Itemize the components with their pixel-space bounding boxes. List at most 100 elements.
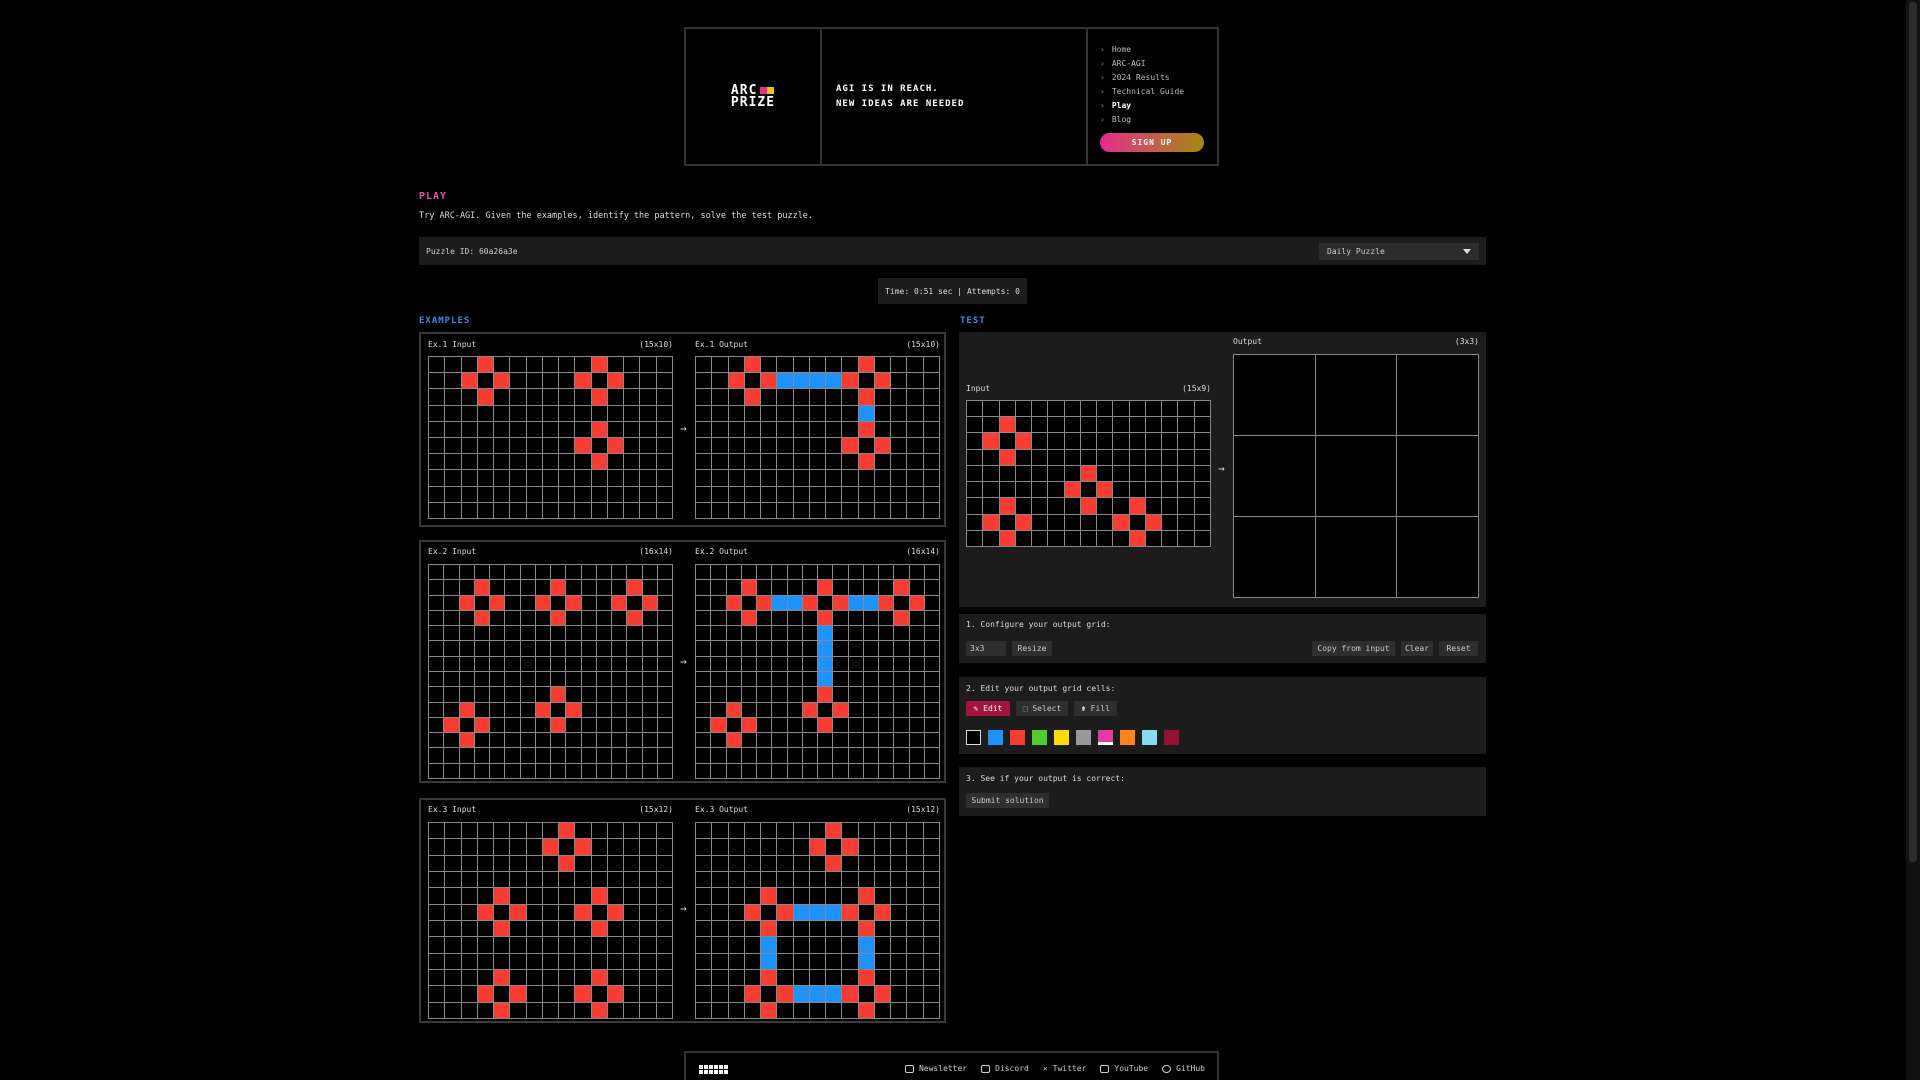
color-swatch-4[interactable] [1054, 730, 1069, 745]
example-1-input-cell [607, 357, 624, 373]
color-swatch-9[interactable] [1164, 730, 1179, 745]
example-1-output-cell [842, 470, 858, 486]
example-2-output-dim: (16x14) [906, 547, 940, 556]
example-1-output-cell [891, 357, 907, 373]
nav-item-home[interactable]: Home [1100, 43, 1205, 57]
example-3-output-cell [907, 920, 923, 937]
nav-item-2024-results[interactable]: 2024 Results [1100, 71, 1205, 85]
example-2-input-cell [566, 763, 581, 778]
color-swatch-8[interactable] [1142, 730, 1157, 745]
scrollbar-thumb[interactable] [1909, 2, 1917, 862]
footer-logo-icon[interactable] [699, 1065, 728, 1074]
fill-tool-button[interactable]: ⚱ Fill [1074, 701, 1117, 716]
color-swatch-0[interactable] [966, 730, 981, 745]
test-input-cell [999, 498, 1015, 514]
test-input-cell [1129, 530, 1145, 546]
test-input-cell [999, 465, 1015, 482]
example-3-input-cell [510, 823, 526, 839]
puzzle-select[interactable]: Daily Puzzle [1319, 242, 1479, 260]
example-3-input-cell [526, 953, 542, 969]
test-input-cell [1178, 465, 1194, 482]
test-output-cell[interactable] [1234, 517, 1315, 597]
example-1-output-cell [793, 470, 809, 486]
test-output-cell[interactable] [1397, 517, 1478, 597]
example-2-output-cell [802, 610, 817, 626]
example-3-output-cell [744, 904, 761, 920]
test-input-cell [1032, 449, 1048, 465]
example-2-input-cell [566, 717, 581, 733]
example-2-output-cell [787, 687, 802, 702]
test-output-grid[interactable] [1233, 354, 1479, 598]
edit-tool-button[interactable]: ✎ Edit [966, 701, 1010, 716]
test-output-cell[interactable] [1397, 355, 1478, 435]
footer-link-newsletter[interactable]: Newsletter [904, 1064, 967, 1073]
example-3-input-cell [640, 986, 656, 1002]
test-output-cell[interactable] [1234, 436, 1315, 516]
example-1-output-cell [891, 454, 907, 470]
example-1-output-cell [712, 421, 728, 437]
example-2-input-dim: (16x14) [639, 547, 673, 556]
arc-prize-logo[interactable]: ARC PRIZE [731, 84, 775, 109]
example-2-output-cell [757, 671, 772, 687]
test-input-cell [1048, 465, 1064, 482]
example-1-output-cell [696, 486, 712, 502]
nav-item-technical-guide[interactable]: Technical Guide [1100, 85, 1205, 99]
test-output-cell[interactable] [1315, 436, 1397, 516]
scrollbar[interactable] [1906, 0, 1920, 1080]
example-2-output-cell [696, 763, 711, 778]
test-input-cell [1064, 401, 1080, 417]
footer-link-discord[interactable]: Discord [981, 1064, 1029, 1073]
example-2-output-cell [879, 702, 894, 717]
test-output-cell[interactable] [1315, 517, 1397, 597]
select-tool-button[interactable]: ⬚ Select [1016, 701, 1068, 716]
example-2-output-cell [787, 763, 802, 778]
example-3-input-cell [624, 920, 640, 937]
resize-button[interactable]: Resize [1012, 641, 1052, 656]
example-2-output-cell [848, 641, 863, 656]
example-2-output-cell [924, 610, 939, 626]
nav-item-arc-agi[interactable]: ARC-AGI [1100, 57, 1205, 71]
footer-link-youtube[interactable]: YouTube [1100, 1064, 1148, 1073]
example-3-output-cell [728, 871, 744, 888]
clear-button[interactable]: Clear [1401, 641, 1433, 656]
example-2-output-cell [772, 671, 787, 687]
example-3-output-cell [842, 953, 858, 969]
example-1-input-cell [477, 470, 494, 486]
example-2-input-cell [505, 626, 520, 641]
example-3-output-cell [809, 937, 826, 953]
example-1-input-cell [445, 357, 461, 373]
test-input-cell [1015, 433, 1032, 449]
color-swatch-3[interactable] [1032, 730, 1047, 745]
grid-size-input[interactable]: 3x3 [966, 641, 1006, 656]
example-3-input-cell [591, 953, 607, 969]
test-output-cell[interactable] [1315, 355, 1397, 435]
color-swatch-2[interactable] [1010, 730, 1025, 745]
copy-from-input-button[interactable]: Copy from input [1312, 641, 1395, 656]
footer-link-github[interactable]: GitHub [1162, 1064, 1205, 1073]
test-output-cell[interactable] [1397, 436, 1478, 516]
footer-link-twitter[interactable]: ✕ Twitter [1043, 1064, 1087, 1073]
nav-item-blog[interactable]: Blog [1100, 113, 1205, 127]
example-2-output-cell [711, 717, 726, 733]
color-swatch-7[interactable] [1120, 730, 1135, 745]
example-2-output-cell [772, 626, 787, 641]
example-1-input-cell [477, 486, 494, 502]
sign-up-button[interactable]: SIGN UP [1100, 133, 1204, 152]
example-3-input-cell [542, 855, 559, 871]
color-swatch-5[interactable] [1076, 730, 1091, 745]
example-1-input-cell [656, 405, 672, 421]
puzzle-bar: Puzzle ID: 60a26a3e Daily Puzzle [419, 237, 1486, 265]
example-2-input-cell [505, 717, 520, 733]
color-swatch-1[interactable] [988, 730, 1003, 745]
nav-item-play[interactable]: Play [1100, 99, 1205, 113]
example-3-input-cell [429, 937, 445, 953]
test-output-cell[interactable] [1234, 355, 1315, 435]
example-1-input-cell [526, 454, 542, 470]
test-input-cell [1162, 498, 1178, 514]
color-swatch-6[interactable] [1098, 730, 1113, 745]
reset-button[interactable]: Reset [1439, 641, 1478, 656]
example-2-input-cell [566, 565, 581, 580]
test-input-cell [1129, 449, 1145, 465]
submit-solution-button[interactable]: Submit solution [966, 793, 1049, 808]
example-2-output-cell [787, 702, 802, 717]
